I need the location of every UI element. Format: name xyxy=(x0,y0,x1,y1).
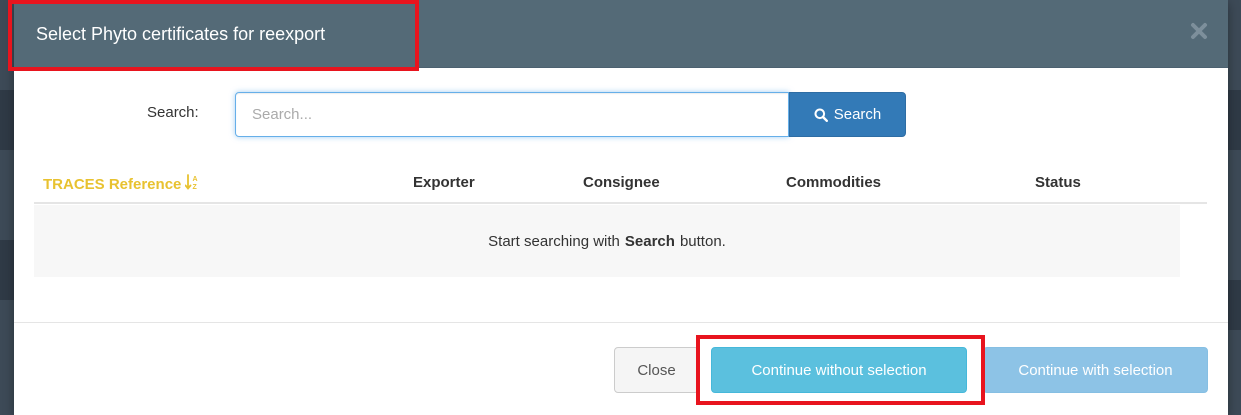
search-label: Search: xyxy=(147,104,199,121)
svg-text:Z: Z xyxy=(193,184,198,190)
column-header-commodities: Commodities xyxy=(786,174,882,191)
phyto-select-modal: Select Phyto certificates for reexport S… xyxy=(8,0,1228,415)
backdrop-fragment xyxy=(0,240,14,300)
svg-text:A: A xyxy=(193,176,198,183)
backdrop-fragment xyxy=(1228,90,1241,150)
search-button[interactable]: Search xyxy=(789,92,906,137)
continue-with-selection-button[interactable]: Continue with selection xyxy=(983,347,1208,393)
continue-without-selection-button[interactable]: Continue without selection xyxy=(711,347,967,393)
column-header-traces-reference[interactable]: TRACES Reference A Z xyxy=(43,174,199,194)
search-button-label: Search xyxy=(833,106,882,123)
sort-alpha-asc-icon: A Z xyxy=(184,174,199,194)
modal-body: Search: Search TRACES Reference A Z xyxy=(14,68,1228,322)
table-header-row: TRACES Reference A Z Exporter Consignee … xyxy=(34,166,1207,204)
modal-header: Select Phyto certificates for reexport xyxy=(8,0,1228,71)
close-icon[interactable] xyxy=(1188,20,1210,42)
magnifier-icon xyxy=(814,108,828,122)
column-header-status: Status xyxy=(1035,174,1081,191)
modal-footer: Close Continue without selection Continu… xyxy=(14,322,1228,415)
column-header-consignee: Consignee xyxy=(583,174,660,191)
modal-title: Select Phyto certificates for reexport xyxy=(36,24,326,44)
backdrop-fragment xyxy=(0,90,14,150)
backdrop-fragment xyxy=(1228,280,1241,330)
empty-table-message: Start searching with Search button. xyxy=(34,205,1180,277)
search-input[interactable] xyxy=(235,92,789,137)
column-header-exporter: Exporter xyxy=(413,174,475,191)
close-button[interactable]: Close xyxy=(614,347,699,393)
